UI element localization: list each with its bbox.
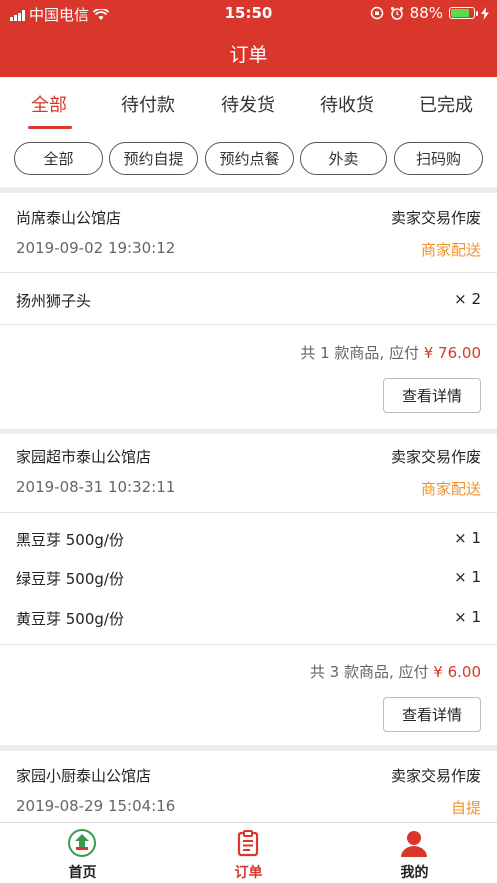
store-name: 家园小厨泰山公馆店 [16,767,152,785]
chip-reserve-dining[interactable]: 预约点餐 [205,142,294,175]
nav-profile[interactable]: 我的 [332,823,497,883]
item-name: 绿豆芽 500g/份 [16,570,124,588]
order-summary: 共 3 款商品, 应付 ¥ 6.00 [310,661,481,682]
item-name: 扬州狮子头 [16,292,92,310]
order-tabs: 全部 待付款 待发货 待收货 已完成 [0,77,497,132]
divider [0,644,497,645]
delivery-type: 商家配送 [420,241,481,259]
order-date: 2019-09-02 19:30:12 [16,239,176,257]
chip-pickup[interactable]: 预约自提 [109,142,198,175]
delivery-type: 商家配送 [420,480,481,498]
chip-all[interactable]: 全部 [14,142,103,175]
divider [0,324,497,325]
divider [0,272,497,273]
nav-label: 首页 [68,865,97,881]
tab-completed[interactable]: 已完成 [419,91,473,117]
order-date: 2019-08-29 15:04:16 [16,797,176,815]
order-total: ¥ 6.00 [433,663,481,681]
filter-chips: 全部 预约自提 预约点餐 外卖 扫码购 [0,132,497,187]
nav-home[interactable]: 首页 [0,823,165,883]
app-header: 中国电信 15:50 88% 订单 [0,0,497,77]
view-details-button[interactable]: 查看详情 [383,697,481,732]
item-qty: × 1 [454,608,481,626]
store-name: 尚席泰山公馆店 [16,209,122,227]
item-qty: × 1 [454,529,481,547]
order-status: 卖家交易作废 [390,448,481,466]
order-summary: 共 1 款商品, 应付 ¥ 76.00 [300,342,481,363]
alarm-icon [390,7,403,20]
chip-takeout[interactable]: 外卖 [300,142,387,175]
battery-icon [449,7,478,19]
item-qty: × 1 [454,568,481,586]
delivery-type: 自提 [450,799,481,817]
order-status: 卖家交易作废 [390,209,481,227]
item-qty: × 2 [454,290,481,308]
status-bar: 中国电信 15:50 88% [0,0,497,26]
order-card: 家园小厨泰山公馆店 卖家交易作废 2019-08-29 15:04:16 自提 [0,751,497,822]
tab-pending-shipment[interactable]: 待发货 [221,91,275,117]
rotation-lock-icon [370,6,383,20]
tab-pending-receipt[interactable]: 待收货 [320,91,374,117]
user-icon [401,831,427,857]
summary-text: 共 1 款商品, 应付 [300,344,424,362]
view-details-button[interactable]: 查看详情 [383,378,481,413]
nav-label: 订单 [234,865,263,881]
store-name: 家园超市泰山公馆店 [16,448,152,466]
divider [0,512,497,513]
tab-all[interactable]: 全部 [31,91,67,117]
clipboard-icon [237,830,259,857]
order-total: ¥ 76.00 [423,344,481,362]
tab-pending-payment[interactable]: 待付款 [121,91,175,117]
order-card: 尚席泰山公馆店 卖家交易作废 2019-09-02 19:30:12 商家配送 … [0,193,497,429]
nav-orders[interactable]: 订单 [166,823,331,883]
nav-label: 我的 [400,865,429,881]
chip-scan-buy[interactable]: 扫码购 [394,142,483,175]
summary-text: 共 3 款商品, 应付 [309,663,434,681]
order-date: 2019-08-31 10:32:11 [16,478,176,496]
bottom-nav: 首页 订单 我的 [0,822,497,883]
battery-percent: 88% [409,4,443,22]
charging-icon [481,6,489,20]
home-logo-icon [68,829,96,857]
item-name: 黄豆芽 500g/份 [16,610,124,628]
page-title: 订单 [229,44,268,66]
order-status: 卖家交易作废 [390,767,481,785]
order-card: 家园超市泰山公馆店 卖家交易作废 2019-08-31 10:32:11 商家配… [0,434,497,745]
item-name: 黑豆芽 500g/份 [16,531,124,549]
tab-active-indicator [28,126,72,129]
